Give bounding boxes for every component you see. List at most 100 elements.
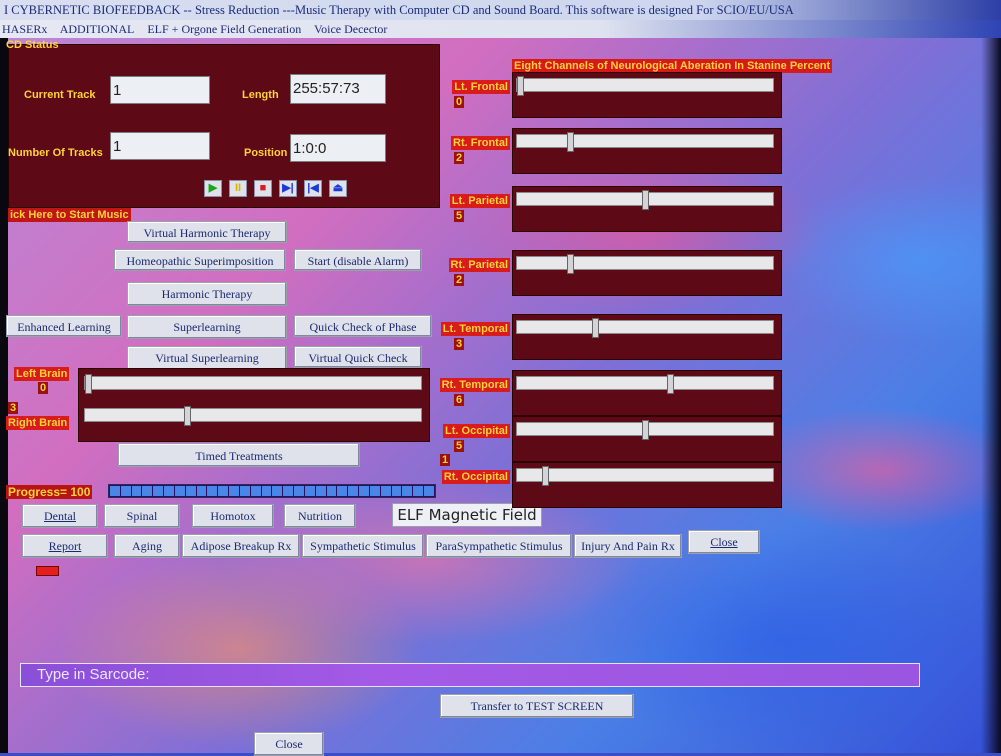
close-treatments-button[interactable]: Close: [688, 530, 760, 554]
sarcode-input[interactable]: Type in Sarcode:: [20, 663, 920, 687]
position-field[interactable]: 1:0:0: [290, 134, 386, 162]
channel-slider-thumb[interactable]: [642, 420, 649, 440]
progress-segment: [218, 486, 229, 496]
current-track-field[interactable]: 1: [110, 76, 210, 104]
homotox-button[interactable]: Homotox: [192, 504, 274, 528]
nutrition-button[interactable]: Nutrition: [284, 504, 356, 528]
adipose-breakup-button[interactable]: Adipose Breakup Rx: [182, 534, 300, 558]
quick-check-of-phase-button[interactable]: Quick Check of Phase: [294, 315, 432, 337]
number-of-tracks-field[interactable]: 1: [110, 132, 210, 160]
screen-right-edge: [981, 0, 1001, 753]
left-brain-slider[interactable]: [84, 374, 422, 394]
harmonic-therapy-button[interactable]: Harmonic Therapy: [127, 282, 287, 306]
progress-segment: [424, 486, 434, 496]
progress-segment: [348, 486, 359, 496]
progress-segment: [369, 486, 380, 496]
next-track-icon[interactable]: ▶|: [279, 180, 297, 197]
progress-segment: [120, 486, 131, 496]
channel-label: Rt. Occipital: [441, 470, 510, 484]
channel-value: 2: [454, 152, 465, 164]
homeopathic-superimposition-button[interactable]: Homeopathic Superimposition: [114, 249, 286, 271]
pause-icon[interactable]: II: [229, 180, 247, 197]
start-disable-alarm-button[interactable]: Start (disable Alarm): [294, 249, 422, 271]
progress-segment: [413, 486, 424, 496]
progress-segment: [304, 486, 315, 496]
channel-label: Lt. Parietal: [449, 194, 510, 208]
progress-segment: [391, 486, 402, 496]
channel-slider-thumb[interactable]: [592, 318, 599, 338]
right-brain-slider-thumb[interactable]: [184, 406, 191, 426]
channel-slider[interactable]: [516, 374, 774, 394]
channel-label: Lt. Occipital: [443, 424, 510, 438]
cd-status-panel: [8, 44, 440, 208]
length-field[interactable]: 255:57:73: [290, 74, 386, 104]
progress-segment: [174, 486, 185, 496]
progress-segment: [250, 486, 261, 496]
channel-slider[interactable]: [516, 466, 774, 486]
progress-segment: [261, 486, 272, 496]
channel-slider-thumb[interactable]: [542, 466, 549, 486]
channel-slider-thumb[interactable]: [567, 132, 574, 152]
aging-button[interactable]: Aging: [114, 534, 180, 558]
progress-label: Progress= 100: [6, 485, 93, 499]
progress-segment: [229, 486, 239, 496]
eject-icon[interactable]: ⏏: [329, 180, 347, 197]
report-button[interactable]: Report: [22, 534, 108, 558]
progress-segment: [359, 486, 369, 496]
play-icon[interactable]: ▶: [204, 180, 222, 197]
channel-value: 5: [454, 440, 465, 452]
right-brain-slider[interactable]: [84, 406, 422, 426]
channel-slider[interactable]: [516, 190, 774, 210]
dental-button[interactable]: Dental: [22, 504, 98, 528]
window-title: I CYBERNETIC BIOFEEDBACK -- Stress Reduc…: [0, 0, 1001, 20]
channel-slider-thumb[interactable]: [517, 76, 524, 96]
length-label: Length: [242, 89, 279, 101]
injury-and-pain-button[interactable]: Injury And Pain Rx: [574, 534, 682, 558]
channel-value: 2: [454, 274, 465, 286]
timed-treatments-button[interactable]: Timed Treatments: [118, 443, 360, 467]
channel-slider[interactable]: [516, 318, 774, 338]
channel-label: Rt. Frontal: [451, 136, 510, 150]
spinal-button[interactable]: Spinal: [104, 504, 180, 528]
progress-segment: [283, 486, 294, 496]
left-brain-slider-thumb[interactable]: [85, 374, 92, 394]
channel-label: Rt. Parietal: [448, 258, 510, 272]
close-button[interactable]: Close: [254, 732, 324, 756]
current-track-label: Current Track: [24, 89, 96, 101]
menu-haserx[interactable]: HASERx: [2, 22, 47, 36]
channel-slider-thumb[interactable]: [642, 190, 649, 210]
status-indicator: [36, 566, 59, 576]
virtual-harmonic-therapy-button[interactable]: Virtual Harmonic Therapy: [127, 221, 287, 243]
position-label: Position: [244, 147, 288, 159]
virtual-quick-check-button[interactable]: Virtual Quick Check: [294, 346, 422, 368]
progress-segment: [153, 486, 164, 496]
channel-slider[interactable]: [516, 132, 774, 152]
number-of-tracks-label: Number Of Tracks: [8, 147, 103, 159]
menu-voice-detector[interactable]: Voice Decector: [314, 22, 387, 36]
menu-elf-orgone[interactable]: ELF + Orgone Field Generation: [147, 22, 301, 36]
brain-midline-value: 3: [8, 402, 19, 414]
sympathetic-stimulus-button[interactable]: Sympathetic Stimulus: [302, 534, 424, 558]
menu-additional[interactable]: ADDITIONAL: [60, 22, 135, 36]
transfer-to-test-screen-button[interactable]: Transfer to TEST SCREEN: [440, 694, 634, 718]
parasympathetic-stimulus-button[interactable]: ParaSympathetic Stimulus: [426, 534, 572, 558]
left-brain-label: Left Brain: [14, 367, 70, 381]
channel-label: Lt. Frontal: [452, 80, 510, 94]
channel-slider[interactable]: [516, 420, 774, 440]
channel-slider-thumb[interactable]: [667, 374, 674, 394]
channel-slider[interactable]: [516, 254, 774, 274]
progress-segment: [294, 486, 304, 496]
channel-slider-thumb[interactable]: [567, 254, 574, 274]
enhanced-learning-button[interactable]: Enhanced Learning: [6, 315, 122, 337]
stop-icon[interactable]: ■: [254, 180, 272, 197]
progress-segment: [402, 486, 413, 496]
virtual-superlearning-button[interactable]: Virtual Superlearning: [127, 346, 287, 370]
progress-segment: [380, 486, 391, 496]
start-music-label[interactable]: ick Here to Start Music: [8, 208, 131, 222]
previous-track-icon[interactable]: |◀: [304, 180, 322, 197]
channel-value: 6: [454, 394, 465, 406]
channel-slider[interactable]: [516, 76, 774, 96]
progress-segment: [272, 486, 283, 496]
progress-bar: [108, 484, 436, 498]
superlearning-button[interactable]: Superlearning: [127, 315, 287, 339]
